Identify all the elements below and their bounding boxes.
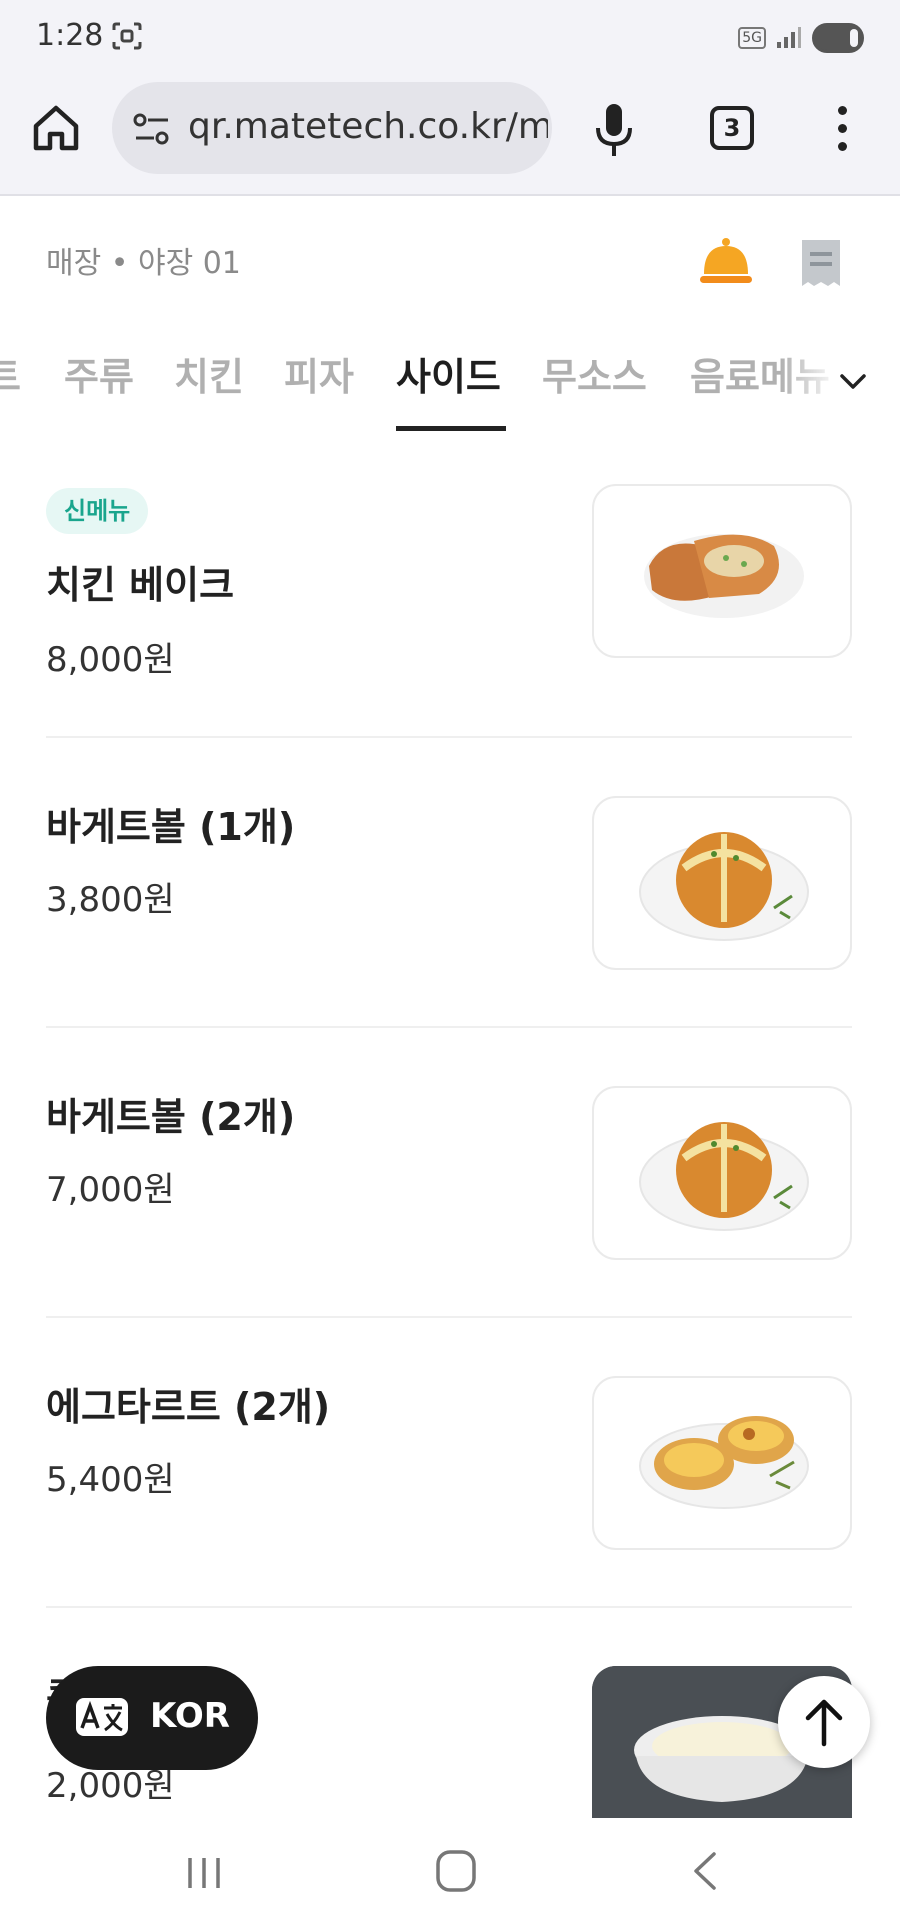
menu-item-price: 7,000원 [46, 1170, 175, 1210]
tab-switcher-button[interactable]: 3 [710, 106, 754, 150]
back-icon[interactable] [690, 1850, 720, 1892]
scroll-to-top-button[interactable] [778, 1676, 870, 1768]
tab-category-chicken[interactable]: 치킨 [174, 346, 244, 401]
status-indicators: 5G [738, 18, 864, 58]
microphone-icon[interactable] [590, 102, 638, 158]
address-bar[interactable]: qr.matetech.co.kr/me [112, 82, 552, 174]
item-divider [46, 1606, 852, 1608]
menu-item[interactable]: 신메뉴 치킨 베이크 8,000원 [46, 484, 852, 778]
store-table-info: 매장 • 야장 01 [46, 246, 241, 281]
tab-category-pizza[interactable]: 피자 [284, 346, 354, 401]
tab-category-0[interactable]: 트 [0, 346, 21, 401]
menu-item-name: 바게트볼 (1개) [46, 805, 296, 849]
screenshot-icon [112, 22, 142, 50]
menu-item[interactable]: 바게트볼 (2개) 7,000원 [46, 1086, 852, 1376]
signal-icon [777, 27, 801, 48]
item-divider [46, 736, 852, 738]
system-navigation-bar [0, 1818, 900, 1930]
menu-item[interactable]: 바게트볼 (1개) 3,800원 [46, 796, 852, 1086]
recent-apps-icon[interactable] [184, 1854, 224, 1892]
system-home-icon[interactable] [434, 1848, 478, 1894]
active-tab-indicator [396, 426, 506, 431]
status-bar: 1:28 5G [0, 0, 900, 72]
home-icon[interactable] [30, 102, 82, 154]
menu-item-price: 3,800원 [46, 880, 175, 920]
url-text: qr.matetech.co.kr/me [188, 106, 548, 147]
site-settings-icon[interactable] [132, 112, 172, 146]
category-tabs: 트 주류 치킨 피자 사이드 무소스 음료메뉴 [0, 336, 900, 432]
language-toggle-button[interactable]: KOR [46, 1666, 258, 1770]
menu-item-name: 치킨 베이크 [46, 563, 235, 607]
item-divider [46, 1316, 852, 1318]
more-options-icon[interactable] [834, 106, 850, 152]
tab-category-drinks[interactable]: 주류 [64, 346, 134, 401]
network-label: 5G [738, 27, 766, 49]
language-label: KOR [150, 1696, 230, 1736]
tab-category-no-sauce[interactable]: 무소스 [542, 346, 647, 401]
menu-item[interactable]: 에그타르트 (2개) 5,400원 [46, 1376, 852, 1666]
egg-tart-photo [592, 1376, 852, 1550]
battery-icon [812, 23, 864, 53]
call-staff-bell-icon[interactable] [698, 236, 754, 288]
tabs-fade [780, 336, 840, 432]
new-menu-badge: 신메뉴 [46, 488, 149, 534]
browser-toolbar: qr.matetech.co.kr/me 3 [0, 72, 900, 196]
translate-icon [76, 1698, 128, 1736]
menu-item-name: 에그타르트 (2개) [46, 1385, 331, 1429]
baguette-ball-photo [592, 1086, 852, 1260]
item-divider [46, 1026, 852, 1028]
arrow-up-icon [805, 1699, 843, 1747]
chicken-bake-photo [592, 484, 852, 658]
order-receipt-icon[interactable] [800, 238, 842, 290]
baguette-ball-photo [592, 796, 852, 970]
chevron-down-icon[interactable] [836, 364, 870, 398]
tab-category-side[interactable]: 사이드 [396, 346, 501, 401]
menu-item-name: 바게트볼 (2개) [46, 1095, 296, 1139]
menu-item-price: 8,000원 [46, 640, 175, 680]
status-time: 1:28 [36, 18, 104, 53]
menu-item-price: 5,400원 [46, 1460, 175, 1500]
